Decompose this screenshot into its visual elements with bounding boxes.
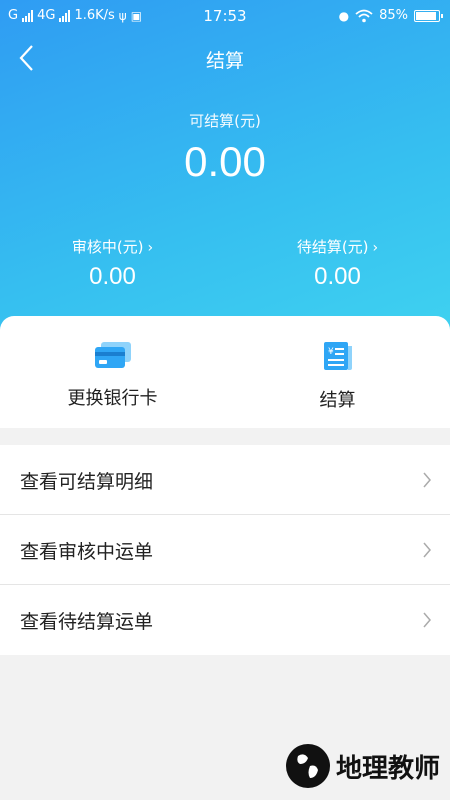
settle-button[interactable]: ¥ 结算 bbox=[225, 316, 450, 428]
menu-item-label: 查看审核中运单 bbox=[20, 541, 154, 563]
menu-item-label: 查看可结算明细 bbox=[20, 471, 154, 493]
available-label: 可结算(元) bbox=[189, 112, 261, 130]
change-bank-card-button[interactable]: 更换银行卡 bbox=[0, 316, 225, 428]
location-icon: ● bbox=[338, 8, 350, 23]
page-title: 结算 bbox=[205, 50, 244, 72]
menu-item-available-details[interactable]: 查看可结算明细 bbox=[0, 445, 450, 515]
wifi-icon bbox=[355, 9, 373, 22]
header-banner: G 4G 1.6K/s ψ ▣ 17:53 ● 85% 结算 可结算(元) 0.… bbox=[0, 0, 450, 340]
chevron-right-icon bbox=[423, 612, 431, 628]
pending-amount: 0.00 bbox=[314, 263, 361, 290]
chevron-right-icon: › bbox=[147, 240, 154, 256]
pending-summary[interactable]: 待结算(元) › 0.00 bbox=[225, 236, 450, 291]
pending-label: 待结算(元) bbox=[296, 238, 369, 256]
action-panel: 更换银行卡 ¥ 结算 bbox=[0, 316, 450, 428]
menu-list: 查看可结算明细 查看审核中运单 查看待结算运单 bbox=[0, 445, 450, 655]
menu-item-label: 查看待结算运单 bbox=[20, 611, 154, 633]
settle-label: 结算 bbox=[319, 390, 356, 411]
bank-card-icon bbox=[94, 342, 131, 368]
available-amount: 0.00 bbox=[184, 138, 266, 185]
reviewing-label: 审核中(元) bbox=[71, 238, 144, 256]
reviewing-amount: 0.00 bbox=[89, 263, 136, 290]
battery-percent: 85% bbox=[379, 8, 408, 23]
battery-icon bbox=[414, 9, 443, 22]
globe-logo-icon bbox=[285, 744, 330, 788]
chevron-right-icon bbox=[423, 472, 431, 488]
status-bar: G 4G 1.6K/s ψ ▣ 17:53 ● 85% bbox=[0, 0, 450, 32]
menu-item-pending-orders[interactable]: 查看待结算运单 bbox=[0, 585, 450, 655]
nav-bar: 结算 bbox=[0, 36, 450, 80]
watermark: 地理教师 bbox=[285, 744, 440, 788]
invoice-icon: ¥ bbox=[323, 342, 352, 370]
change-bank-card-label: 更换银行卡 bbox=[67, 388, 158, 409]
reviewing-summary[interactable]: 审核中(元) › 0.00 bbox=[0, 236, 225, 291]
chevron-right-icon: › bbox=[372, 240, 379, 256]
watermark-text: 地理教师 bbox=[335, 753, 440, 784]
svg-text:¥: ¥ bbox=[328, 347, 334, 357]
menu-item-reviewing-orders[interactable]: 查看审核中运单 bbox=[0, 515, 450, 585]
chevron-right-icon bbox=[423, 542, 431, 558]
